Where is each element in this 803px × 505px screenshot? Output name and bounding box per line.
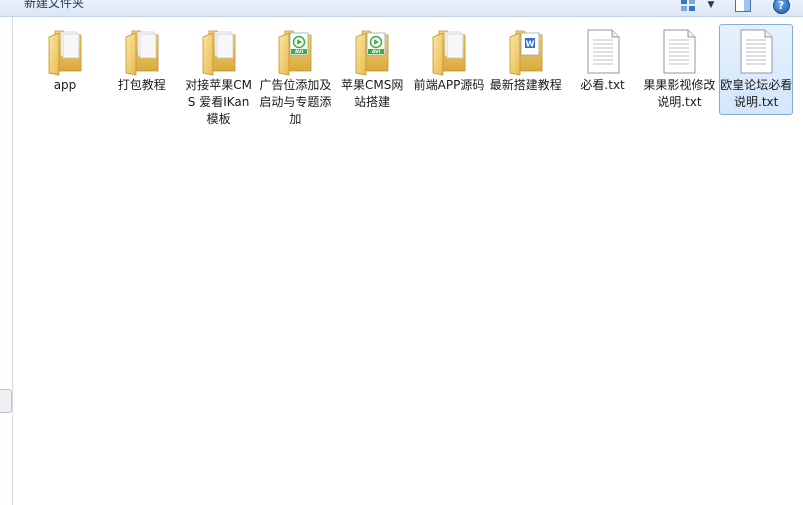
preview-pane-icon[interactable] [734, 0, 752, 13]
item-label: 苹果CMS网站搭建 [341, 78, 404, 109]
item-label: app [53, 78, 77, 92]
pane-splitter-handle[interactable] [0, 389, 12, 413]
svg-text:AVI: AVI [372, 49, 381, 55]
folder-item[interactable]: 前端APP源码 [412, 24, 486, 98]
svg-text:W: W [525, 40, 534, 49]
help-button[interactable]: ? [772, 0, 790, 14]
navigation-pane[interactable] [0, 17, 13, 505]
item-label: 打包教程 [117, 78, 166, 92]
chevron-down-icon[interactable]: ▼ [704, 0, 718, 13]
folder-item[interactable]: 打包教程 [105, 24, 179, 98]
item-label: 前端APP源码 [413, 78, 485, 92]
text-file-icon [655, 27, 703, 77]
folder-icon [118, 27, 166, 77]
toolbar: 新建文件夹 ▼ ? [0, 0, 803, 17]
file-item[interactable]: 果果影视修改说明.txt [642, 24, 716, 115]
change-view-icon[interactable] [680, 0, 696, 13]
item-label: 对接苹果CMS 爱看IKan模板 [185, 78, 252, 126]
folder-video-icon: AVI [348, 27, 396, 77]
file-item[interactable]: 必看.txt [566, 24, 640, 98]
item-label: 欧皇论坛必看说明.txt [720, 78, 793, 109]
folder-icon [195, 27, 243, 77]
folder-item[interactable]: AVI 苹果CMS网站搭建 [335, 24, 409, 115]
folder-video-icon: AVI [271, 27, 319, 77]
svg-text:AVI: AVI [295, 49, 304, 55]
text-file-icon [732, 27, 780, 77]
folder-item[interactable]: AVI 广告位添加及启动与专题添加 [258, 24, 332, 132]
folder-item[interactable]: 对接苹果CMS 爱看IKan模板 [182, 24, 256, 132]
file-item[interactable]: 欧皇论坛必看说明.txt [719, 24, 794, 115]
explorer-window: 新建文件夹 ▼ ? app 打包教程 对接苹果CMS 爱看IKan模板 AVI … [0, 0, 803, 505]
item-label: 广告位添加及启动与专题添加 [259, 78, 332, 126]
item-label: 果果影视修改说明.txt [643, 78, 716, 109]
item-label: 必看.txt [580, 78, 625, 92]
help-icon: ? [772, 0, 790, 14]
folder-icon [41, 27, 89, 77]
file-list[interactable]: app 打包教程 对接苹果CMS 爱看IKan模板 AVI 广告位添加及启动与专… [13, 17, 803, 505]
folder-icon [425, 27, 473, 77]
item-label: 最新搭建教程 [489, 78, 562, 92]
folder-doc-icon: W [502, 27, 550, 77]
folder-item[interactable]: W 最新搭建教程 [489, 24, 563, 98]
text-file-icon [579, 27, 627, 77]
folder-item[interactable]: app [28, 24, 102, 98]
folder-title: 新建文件夹 [24, 0, 85, 10]
